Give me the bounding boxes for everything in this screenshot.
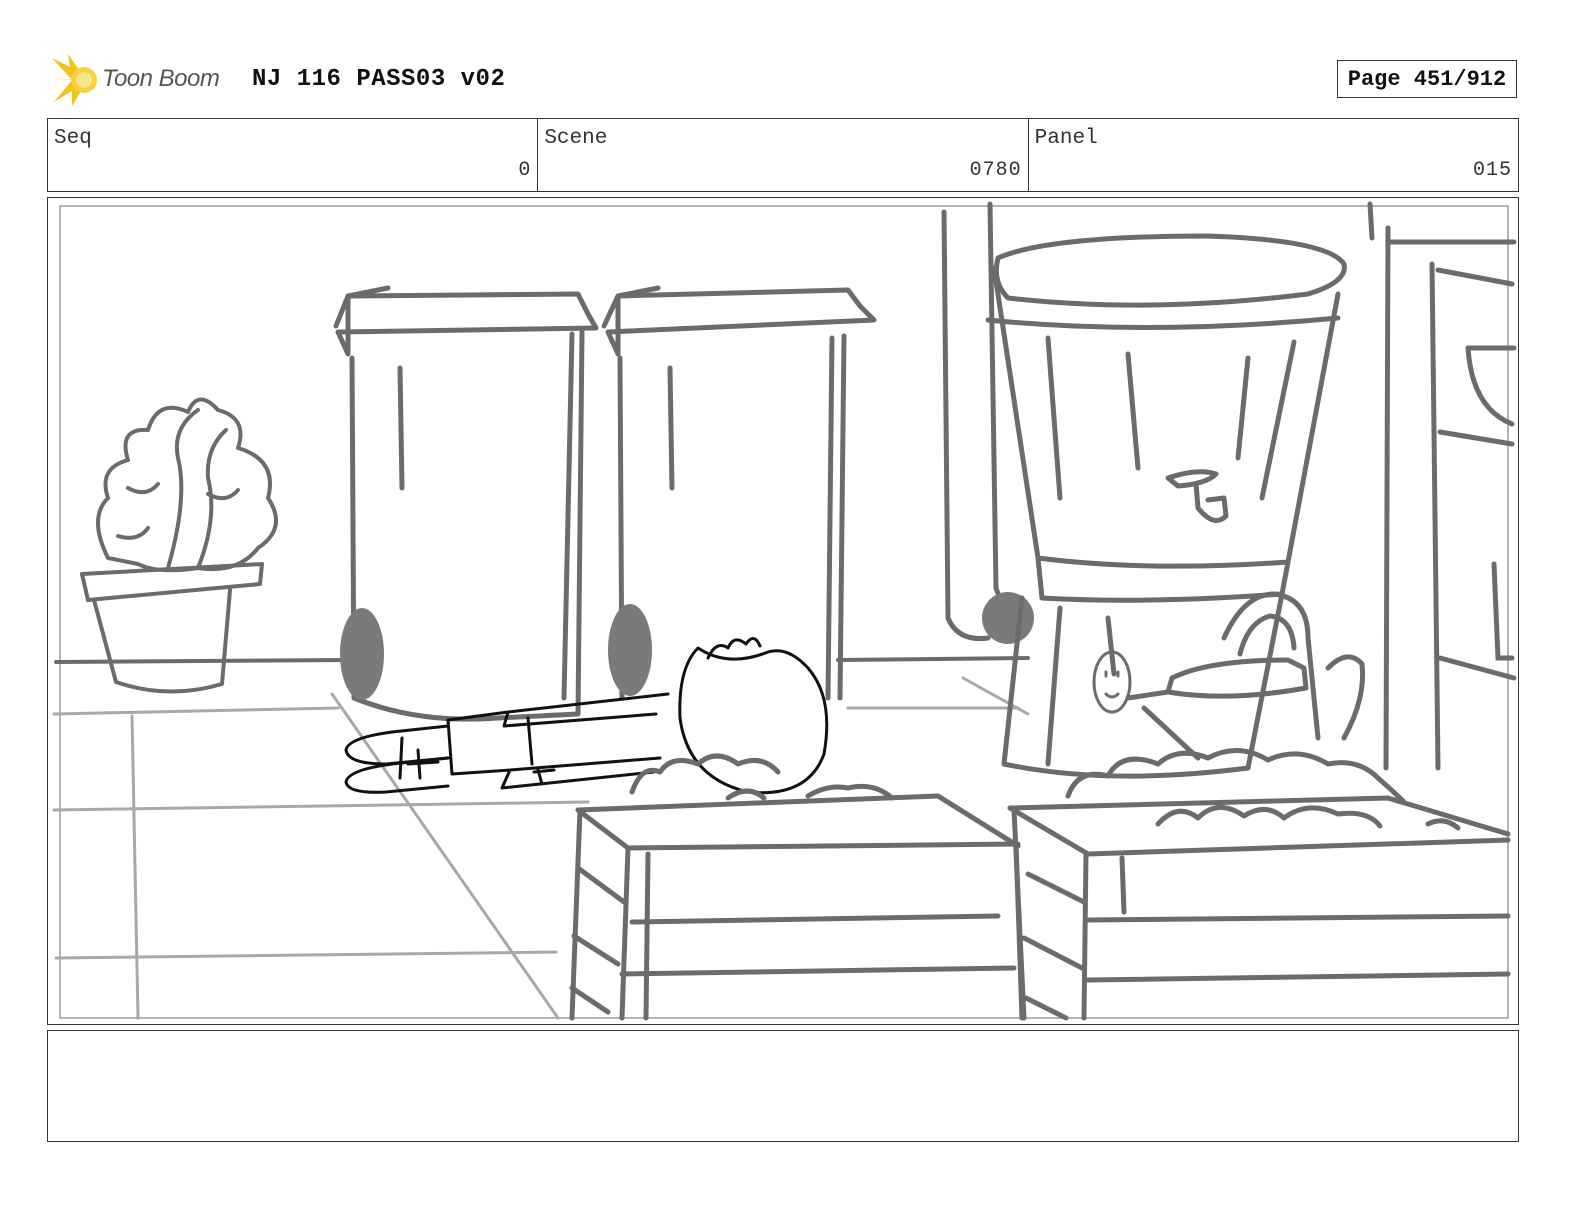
door-frame-right (1367, 201, 1517, 771)
seq-value: 0 (518, 159, 532, 182)
floor-tiles (52, 676, 1030, 1020)
logo-wordmark: Toon Boom (102, 65, 220, 92)
scene-cell: Scene 0780 (538, 119, 1029, 191)
storyboard-info-row: Seq 0 Scene 0780 Panel 015 (47, 118, 1519, 192)
panel-sketch (52, 201, 1517, 1021)
water-dispenser (985, 233, 1347, 779)
page-indicator: Page 451/912 (1337, 60, 1517, 98)
scene-label: Scene (544, 127, 608, 150)
document-title: NJ 116 PASS03 v02 (252, 66, 506, 93)
potted-plant (80, 397, 278, 694)
scene-value: 0780 (969, 159, 1022, 182)
panel-value: 015 (1472, 159, 1512, 182)
water-pipe (941, 201, 1015, 642)
panel-cell: Panel 015 (1029, 119, 1518, 191)
garbage-bin-right (601, 285, 877, 701)
wall-baseline (54, 656, 1030, 664)
seq-cell: Seq 0 (48, 119, 539, 191)
garbage-bin-left (333, 285, 599, 722)
toon-boom-logo: Toon Boom (50, 52, 240, 108)
seq-label: Seq (54, 127, 92, 150)
produce-crate-left (569, 753, 1025, 1021)
panel-notes (47, 1030, 1519, 1142)
pipe-joint (982, 592, 1034, 644)
watering-can (1125, 591, 1366, 761)
storyboard-panel (47, 197, 1519, 1025)
starburst-icon (50, 54, 97, 106)
panel-label: Panel (1034, 127, 1098, 150)
produce-crate-right (1007, 747, 1511, 1021)
